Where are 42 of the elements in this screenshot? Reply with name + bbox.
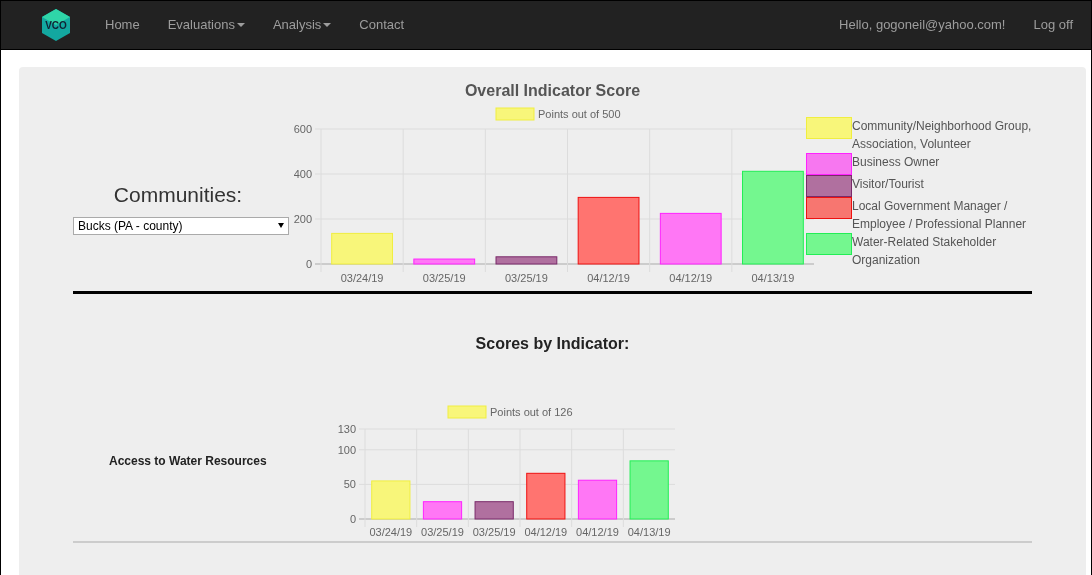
axis-category-label: 03/24/19 [369,526,413,538]
nav-link[interactable]: Analysis [258,15,346,35]
dropdown-arrow-icon [278,223,284,228]
axis-category-label: 03/24/19 [340,272,384,284]
nav-link[interactable]: Home [91,15,154,35]
legend-label: Business Owner [852,154,940,171]
axis-tick-label: 600 [293,123,312,135]
legend-label: Points out of 126 [490,406,573,418]
legend-label: Water-Related Stakeholder Organization [852,234,998,269]
axis-tick-label: 100 [337,443,356,456]
axis-tick-label: 0 [349,513,356,525]
nav-link[interactable]: Evaluations [153,15,259,35]
section-title: Overall Indicator Score [463,81,642,101]
axis-tick-label: 130 [337,423,356,435]
axis-category-label: 04/13/19 [627,526,671,538]
community-select[interactable]: Bucks (PA - county) [73,216,289,235]
axis-category-label: 04/12/19 [587,272,630,284]
legend-label: Community/Neighborhood Group, Association, Volunteer [852,118,1032,153]
axis-category-label: 04/12/19 [524,526,568,538]
axis-tick-label: 50 [343,478,356,491]
section-title: Scores by Indicator: [474,334,631,354]
axis-category-label: 04/12/19 [669,272,713,284]
caret-icon [323,23,332,27]
axis-tick-label: 200 [293,213,312,225]
communities-label: Communities: [113,182,243,208]
user-greeting-link[interactable]: Hello, gogoneil@yahoo.com! [839,15,1006,35]
legend-label: Points out of 500 [538,108,621,120]
nav-link[interactable]: Contact [345,15,419,35]
axis-category-label: 04/13/19 [751,272,795,284]
indicator-label: Access to Water Resources [108,453,268,470]
axis-tick-label: 0 [305,258,312,270]
logoff-link[interactable]: Log off [1033,15,1073,35]
axis-category-label: 03/25/19 [472,526,516,538]
caret-icon [236,23,245,27]
axis-category-label: 03/25/19 [505,272,548,284]
axis-tick-label: 400 [293,168,312,180]
axis-category-label: 03/25/19 [422,272,466,284]
legend-label: Local Government Manager / Employee / Professional Planner [852,198,1028,233]
axis-category-label: 03/25/19 [421,526,464,538]
legend-label: Visitor/Tourist [852,176,924,193]
axis-category-label: 04/12/19 [576,526,619,538]
logo-icon: VCO [39,8,73,42]
